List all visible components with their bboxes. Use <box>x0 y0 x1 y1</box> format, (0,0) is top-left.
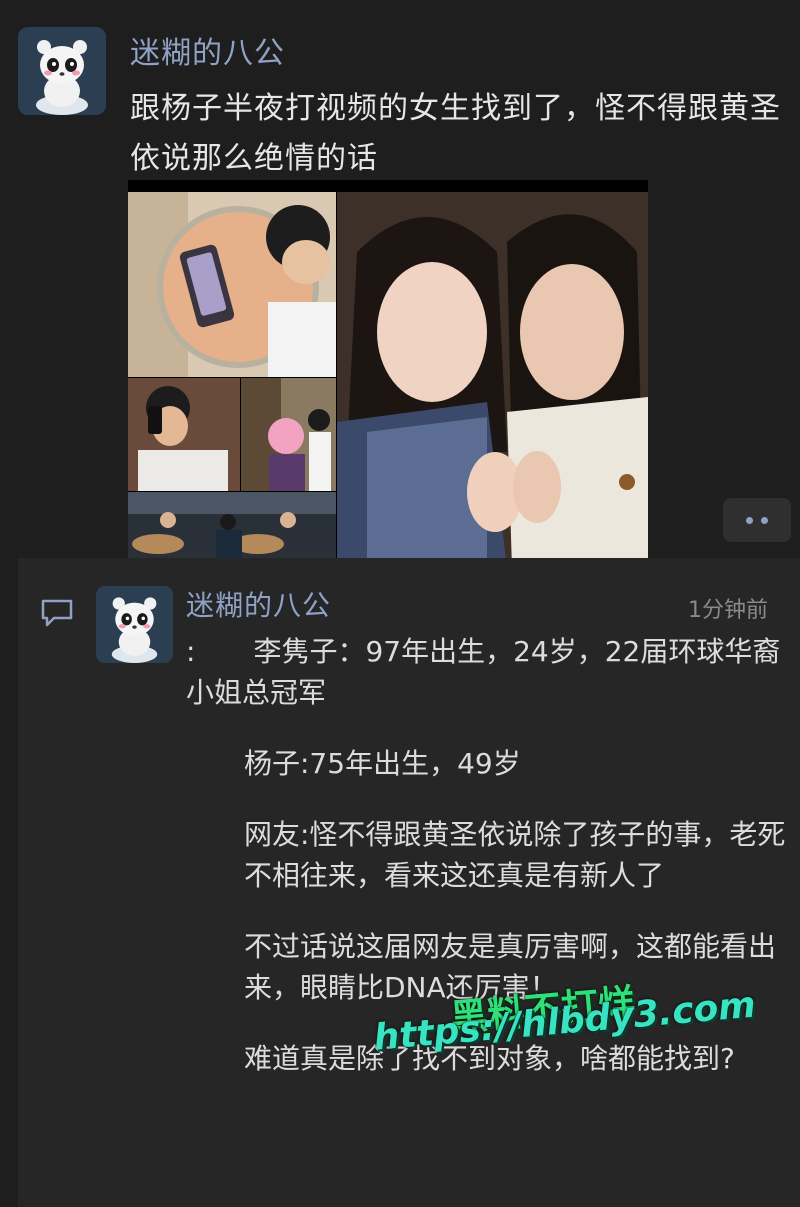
post-photo-blurred-couple[interactable] <box>241 378 336 491</box>
more-dots-icon <box>761 516 768 524</box>
post-author-avatar[interactable] <box>18 27 106 115</box>
comment-paragraph: 杨子:75年出生，49岁 <box>244 747 521 780</box>
post-text: 跟杨子半夜打视频的女生找到了，怪不得跟黄圣依说那么绝情的话 <box>130 91 781 176</box>
more-options-button[interactable] <box>723 498 791 542</box>
post-photo-phone-call[interactable] <box>128 192 336 377</box>
post-author-name[interactable]: 迷糊的八公 <box>130 28 285 72</box>
comment-text: 李隽子：97年出生，24岁，22届环球华裔小姐总冠军 <box>186 635 781 709</box>
post-photo-collage[interactable] <box>128 180 648 568</box>
comment-text: 网友:怪不得跟黄圣依说除了孩子的事，老死不相往来，看来这还真是有新人了 <box>244 818 786 892</box>
post-photo-man-on-phone[interactable] <box>128 378 240 491</box>
post-photo-restaurant[interactable] <box>128 492 336 568</box>
more-dots-icon <box>746 516 753 524</box>
comment-paragraph: 网友:怪不得跟黄圣依说除了孩子的事，老死不相往来，看来这还真是有新人了 <box>186 814 786 896</box>
comment-author-name[interactable]: 迷糊的八公 <box>186 584 331 624</box>
post-photo-two-women-selfie[interactable] <box>337 192 648 568</box>
comment-bubble-icon <box>41 599 73 627</box>
panda-avatar-icon <box>96 586 173 663</box>
comment-author-avatar[interactable] <box>96 586 173 663</box>
comment-paragraph: : 李隽子：97年出生，24岁，22届环球华裔小姐总冠军 <box>186 631 786 713</box>
panda-avatar-icon <box>18 27 106 115</box>
comment-timestamp: 1分钟前 <box>688 598 768 623</box>
